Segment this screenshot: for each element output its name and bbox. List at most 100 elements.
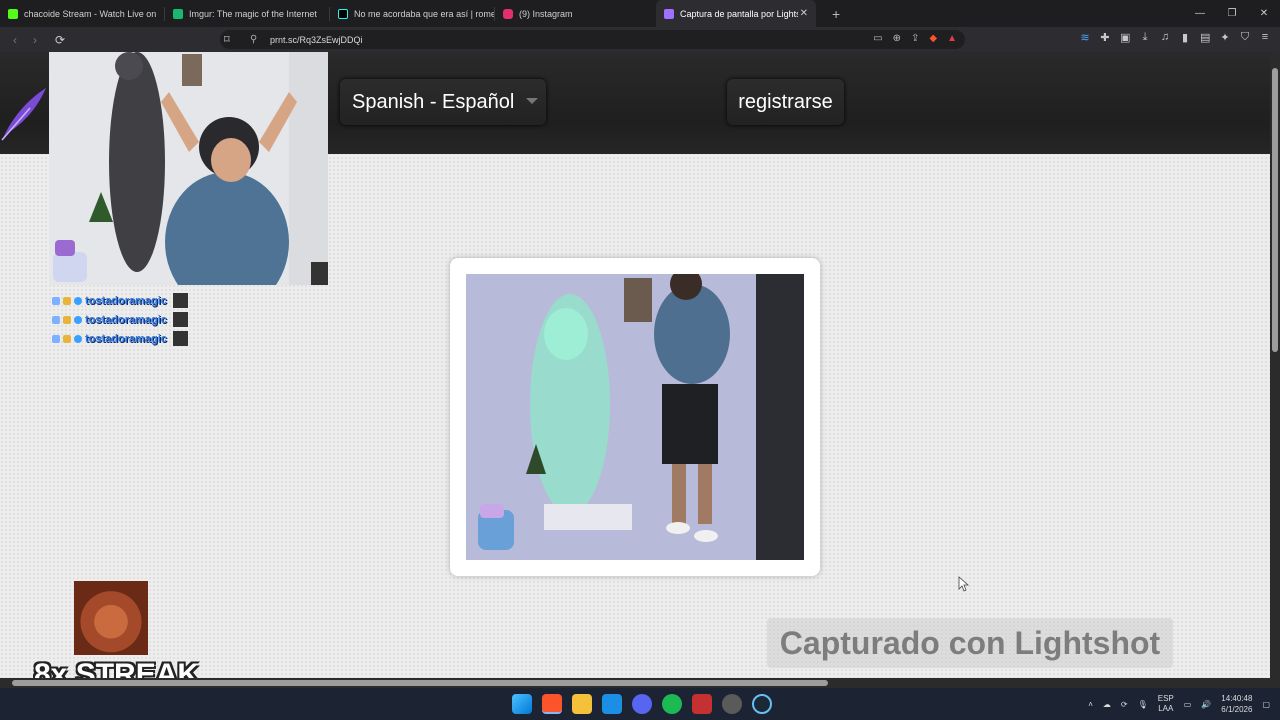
chat-avatar — [172, 312, 188, 327]
sword-badge-icon — [52, 296, 60, 305]
restore-icon[interactable]: ❐ — [1216, 0, 1248, 27]
sidebar-icon[interactable]: ▮ — [1180, 31, 1190, 44]
windows-taskbar: ˄ ☁ ⟳ 🎙 ESP LAA ▭ 🔊 14:40:48 6/1/2026 ▢ — [0, 688, 1280, 720]
tab-tiktok[interactable]: No me acordaba que era así | romeo — [330, 0, 494, 27]
gem-badge-icon — [74, 315, 82, 324]
discord-icon[interactable] — [632, 694, 652, 714]
lightshot-logo-icon — [1, 88, 46, 141]
vpn-shield-icon[interactable]: ⛉ — [1240, 31, 1250, 44]
reload-icon[interactable]: ⟳ — [50, 33, 70, 47]
instagram-icon — [503, 8, 513, 19]
screenshot-icon[interactable]: ▣ — [1120, 31, 1130, 44]
tab-title: Imgur: The magic of the Internet — [189, 8, 317, 19]
chess-app-icon[interactable] — [722, 694, 742, 714]
zoom-icon[interactable]: ⊕ — [893, 33, 901, 44]
onedrive-icon[interactable]: ☁ — [1103, 700, 1111, 709]
spotify-icon[interactable] — [662, 694, 682, 714]
imgur-icon — [173, 8, 183, 19]
webcam-feed — [49, 52, 328, 285]
sync-icon[interactable]: ⟳ — [1121, 700, 1128, 709]
site-info-icon[interactable]: ⚲ — [250, 34, 257, 45]
vertical-scrollbar[interactable] — [1270, 52, 1280, 688]
gem-badge-icon — [74, 296, 82, 305]
crown-badge-icon — [63, 296, 71, 305]
microphone-icon[interactable]: 🎙 — [1138, 700, 1148, 709]
video-app-icon[interactable] — [692, 694, 712, 714]
tab-close-icon[interactable]: ✕ — [800, 8, 808, 19]
menu-icon[interactable]: ≡ — [1260, 31, 1270, 44]
scroll-thumb[interactable] — [1272, 68, 1278, 352]
share-icon[interactable]: ⇪ — [911, 33, 919, 44]
screenshot-photo — [466, 274, 804, 560]
tab-title: (9) Instagram — [519, 8, 573, 19]
extensions-puzzle-icon[interactable]: ✚ — [1100, 31, 1110, 44]
chevron-down-icon — [526, 98, 538, 104]
system-clock[interactable]: 14:40:48 6/1/2026 — [1221, 693, 1252, 715]
lang-code: ESP — [1157, 694, 1174, 703]
brave-browser-icon[interactable] — [542, 694, 562, 714]
tab-imgur[interactable]: Imgur: The magic of the Internet — [165, 0, 329, 27]
system-tray: ˄ ☁ ⟳ 🎙 ESP LAA ▭ 🔊 14:40:48 6/1/2026 ▢ — [1088, 688, 1280, 720]
mouse-cursor-icon — [958, 576, 970, 592]
wallet-icon[interactable]: ▤ — [1200, 31, 1210, 44]
music-icon[interactable]: ♫ — [1160, 31, 1170, 44]
screenshot-frame — [450, 258, 820, 576]
chat-avatar — [172, 293, 188, 308]
language-selector[interactable]: Spanish - Español — [340, 79, 546, 125]
steam-icon[interactable] — [752, 694, 772, 714]
network-icon[interactable]: ▭ — [1184, 700, 1192, 709]
extension-icons: ≋ ✚ ▣ ⤓ ♫ ▮ ▤ ✦ ⛉ ≡ — [1080, 31, 1270, 44]
sword-badge-icon — [52, 334, 60, 343]
volume-icon[interactable]: 🔊 — [1201, 700, 1211, 709]
address-bar[interactable]: ⌑ ⚲ prnt.sc/Rq3ZsEwjDDQi ▭ ⊕ ⇪ ◆ ▲ — [220, 30, 965, 49]
screenshot-image[interactable] — [466, 274, 804, 560]
chat-username: tostadoramagic — [85, 332, 167, 345]
lightshot-page: Spanish - Español registrarse Capturado … — [0, 52, 1270, 678]
url-text[interactable]: prnt.sc/Rq3ZsEwjDDQi — [270, 35, 363, 45]
new-tab-icon[interactable]: + — [832, 6, 840, 22]
extension-waves-icon[interactable]: ≋ — [1080, 31, 1090, 44]
horizontal-scrollbar[interactable] — [0, 678, 1270, 688]
brave-shields-icon[interactable]: ◆ — [929, 33, 937, 44]
bookmark-icon[interactable]: ⌑ — [224, 33, 230, 46]
chat-message: tostadoramagic — [52, 310, 188, 329]
taskbar-apps — [512, 694, 772, 714]
scroll-thumb[interactable] — [12, 680, 828, 686]
lightshot-watermark: Capturado con Lightshot — [767, 618, 1173, 668]
sword-badge-icon — [52, 315, 60, 324]
input-language[interactable]: ESP LAA — [1158, 694, 1174, 714]
minimize-icon[interactable]: — — [1184, 0, 1216, 27]
tab-lightshot[interactable]: Captura de pantalla por Lightsh ✕ — [656, 0, 816, 27]
notification-icon[interactable]: ▢ — [1262, 700, 1270, 709]
bing-icon[interactable] — [602, 694, 622, 714]
tab-instagram[interactable]: (9) Instagram — [495, 0, 659, 27]
chat-username: tostadoramagic — [85, 294, 167, 307]
forward-icon[interactable]: › — [25, 33, 45, 47]
omnibox-actions: ▭ ⊕ ⇪ ◆ ▲ — [873, 33, 957, 44]
chat-username: tostadoramagic — [85, 313, 167, 326]
crown-badge-icon — [63, 334, 71, 343]
chat-message: tostadoramagic — [52, 329, 188, 348]
lang-layout: LAA — [1158, 704, 1174, 713]
chevron-up-icon[interactable]: ˄ — [1088, 700, 1093, 709]
back-icon[interactable]: ‹ — [5, 33, 25, 47]
clock-date: 6/1/2026 — [1221, 705, 1253, 714]
crown-badge-icon — [63, 315, 71, 324]
file-explorer-icon[interactable] — [572, 694, 592, 714]
chat-avatar — [172, 331, 188, 346]
kick-icon — [8, 8, 18, 19]
clock-time: 14:40:48 — [1221, 694, 1253, 703]
brave-rewards-icon[interactable]: ▲ — [947, 33, 957, 44]
close-window-icon[interactable]: ✕ — [1248, 0, 1280, 27]
window-controls: — ❐ ✕ — [1184, 0, 1280, 27]
language-label: Spanish - Español — [352, 90, 515, 113]
webcam-overlay — [49, 52, 328, 285]
register-button[interactable]: registrarse — [727, 79, 844, 125]
gem-badge-icon — [74, 334, 82, 343]
lightshot-feather-icon — [664, 8, 674, 19]
tab-kick[interactable]: chacoide Stream - Watch Live on — [0, 0, 164, 27]
windows-start-icon[interactable] — [512, 694, 532, 714]
leo-ai-icon[interactable]: ✦ — [1220, 31, 1230, 44]
cast-icon[interactable]: ▭ — [873, 33, 882, 44]
download-icon[interactable]: ⤓ — [1140, 31, 1150, 44]
